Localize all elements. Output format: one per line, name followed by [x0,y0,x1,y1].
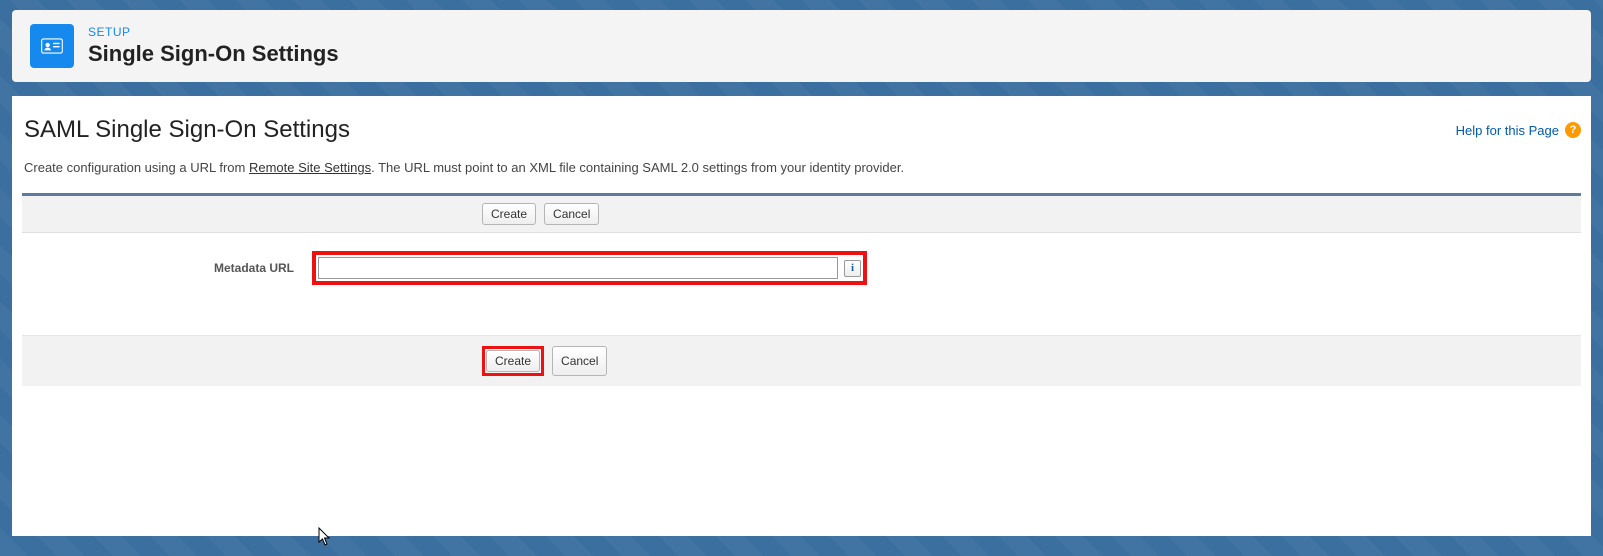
create-button-bottom[interactable]: Create [486,350,540,372]
page-header: SETUP Single Sign-On Settings [12,10,1591,82]
header-eyebrow: SETUP [88,25,339,39]
id-card-icon [30,24,74,68]
info-icon[interactable]: i [844,260,861,277]
page-title: Single Sign-On Settings [88,41,339,67]
desc-prefix: Create configuration using a URL from [24,160,249,175]
description-text: Create configuration using a URL from Re… [12,160,1591,175]
help-link[interactable]: Help for this Page ? [1456,122,1581,138]
content-panel: SAML Single Sign-On Settings Help for th… [12,96,1591,536]
desc-suffix: . The URL must point to an XML file cont… [371,160,904,175]
create-button-top[interactable]: Create [482,203,536,225]
cancel-button-top[interactable]: Cancel [544,203,599,225]
highlight-create-bottom: Create [482,346,544,376]
header-text-group: SETUP Single Sign-On Settings [88,25,339,67]
content-title: SAML Single Sign-On Settings [22,116,350,144]
content-header-row: SAML Single Sign-On Settings Help for th… [12,116,1591,144]
help-icon: ? [1565,122,1581,138]
form-block: Create Cancel Metadata URL i Create Canc… [22,193,1581,386]
metadata-url-field-wrap: i [312,251,867,285]
metadata-url-input[interactable] [318,257,838,279]
form-body: Metadata URL i [22,233,1581,335]
remote-site-settings-link[interactable]: Remote Site Settings [249,160,371,175]
button-row-bottom: Create Cancel [22,335,1581,386]
metadata-url-label: Metadata URL [32,261,312,275]
button-row-top: Create Cancel [22,196,1581,233]
help-link-label: Help for this Page [1456,123,1559,138]
cancel-button-bottom[interactable]: Cancel [552,346,607,376]
